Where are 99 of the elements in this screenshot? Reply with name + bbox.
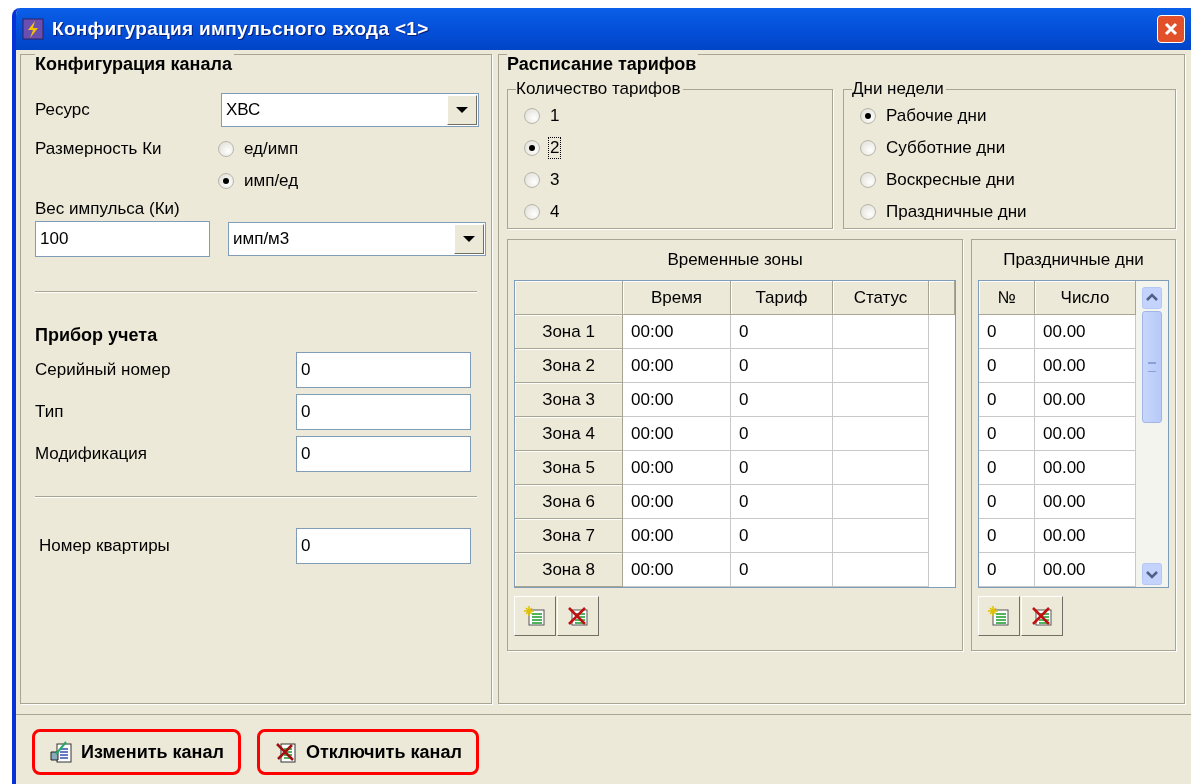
row-header: Зона 6: [515, 485, 623, 519]
text-field[interactable]: 0: [296, 352, 471, 388]
section-title: Прибор учета: [35, 325, 160, 346]
table-cell: 0: [979, 553, 1035, 587]
group-title: Количество тарифов: [516, 79, 683, 99]
row-header: Зона 4: [515, 417, 623, 451]
row-header: Зона 1: [515, 315, 623, 349]
delete-document-icon: [273, 740, 298, 764]
lightning-icon: [22, 18, 44, 40]
text-field[interactable]: 0: [296, 394, 471, 430]
field-label: Ресурс: [35, 100, 90, 120]
text-field[interactable]: 0: [296, 436, 471, 472]
row-header: Зона 7: [515, 519, 623, 553]
column-header: [929, 281, 955, 315]
add-rows-icon: [988, 605, 1010, 627]
group-title: Конфигурация канала: [35, 54, 234, 75]
table-cell: 00:00: [623, 315, 731, 349]
table-cell: 0: [731, 349, 833, 383]
disable-channel-button[interactable]: Отключить канал: [256, 729, 479, 775]
table-cell: 0: [731, 383, 833, 417]
pulse-weight-field[interactable]: 100: [35, 221, 210, 257]
scroll-thumb[interactable]: [1142, 311, 1162, 423]
window-title: Конфигурация импульсного входа <1>: [52, 18, 430, 40]
field-label: Номер квартиры: [39, 536, 170, 556]
row-header: Зона 2: [515, 349, 623, 383]
add-button[interactable]: [978, 596, 1020, 636]
table-cell: 00:00: [623, 349, 731, 383]
table-cell: 0: [979, 417, 1035, 451]
radio-label: Воскресные дни: [885, 169, 1016, 191]
row-header: Зона 5: [515, 451, 623, 485]
table-cell: 0: [731, 451, 833, 485]
field-label: Модификация: [35, 444, 148, 464]
table-cell: 00:00: [623, 519, 731, 553]
table-cell: 00:00: [623, 417, 731, 451]
radio-button[interactable]: [860, 140, 876, 156]
scroll-up-icon[interactable]: [1142, 287, 1162, 309]
delete-rows-icon: [1031, 605, 1053, 627]
radio-label: Рабочие дни: [885, 105, 988, 127]
row-header: Зона 8: [515, 553, 623, 587]
radio-button[interactable]: [860, 108, 876, 124]
table-cell: 0: [979, 383, 1035, 417]
radio-button[interactable]: [524, 140, 540, 156]
column-header[interactable]: Статус: [833, 281, 929, 315]
delete-button[interactable]: [557, 596, 599, 636]
scrollbar[interactable]: [1136, 281, 1168, 587]
group-title: Дни недели: [852, 79, 946, 99]
table-cell: 0: [979, 451, 1035, 485]
radio-button[interactable]: [218, 141, 234, 157]
radio-button[interactable]: [524, 204, 540, 220]
column-header[interactable]: Время: [623, 281, 731, 315]
edit-channel-button[interactable]: Изменить канал: [32, 729, 241, 775]
panel-title: Праздничные дни: [1002, 249, 1145, 271]
radio-label: имп/ед: [243, 170, 300, 192]
edit-document-icon: [49, 740, 73, 764]
radio-label: 3: [549, 169, 561, 191]
close-icon: [1163, 21, 1179, 37]
table-cell: 0: [731, 417, 833, 451]
table-cell: 0: [731, 553, 833, 587]
resource-dropdown[interactable]: ХВС: [221, 93, 479, 127]
add-button[interactable]: [514, 596, 556, 636]
radio-button[interactable]: [524, 172, 540, 188]
field-label: Серийный номер: [35, 360, 171, 380]
column-header[interactable]: Число: [1035, 281, 1136, 315]
close-button[interactable]: [1157, 15, 1185, 43]
table-cell: 0: [731, 485, 833, 519]
radio-label: Субботние дни: [885, 137, 1007, 159]
unit-dropdown[interactable]: имп/м3: [228, 222, 486, 256]
scroll-down-icon[interactable]: [1142, 563, 1162, 585]
field-label: Вес импульса (Ки): [35, 199, 181, 219]
group-title: Расписание тарифов: [507, 54, 699, 75]
radio-label: Праздничные дни: [885, 201, 1028, 223]
table-cell: 0: [979, 315, 1035, 349]
radio-label: 1: [549, 105, 561, 127]
radio-button[interactable]: [218, 173, 234, 189]
radio-button[interactable]: [860, 172, 876, 188]
table-cell: 00:00: [623, 451, 731, 485]
field-label: Размерность Ки: [35, 138, 163, 160]
radio-label: ед/имп: [243, 138, 300, 160]
table-cell: 0: [979, 349, 1035, 383]
table-cell: 0: [731, 519, 833, 553]
column-header[interactable]: Тариф: [731, 281, 833, 315]
radio-label: 2: [548, 137, 562, 159]
panel-title: Временные зоны: [666, 249, 804, 271]
radio-button[interactable]: [524, 108, 540, 124]
add-rows-icon: [524, 605, 546, 627]
delete-button[interactable]: [1021, 596, 1063, 636]
row-header: Зона 3: [515, 383, 623, 417]
table-cell: 0: [731, 315, 833, 349]
apartment-field[interactable]: 0: [296, 528, 471, 564]
column-header[interactable]: №: [979, 281, 1035, 315]
radio-label: 4: [549, 201, 561, 223]
table-cell: 0: [979, 485, 1035, 519]
table-cell: 00:00: [623, 485, 731, 519]
table-cell: 00:00: [623, 383, 731, 417]
table-cell: 00:00: [623, 553, 731, 587]
field-label: Тип: [35, 402, 64, 422]
radio-button[interactable]: [860, 204, 876, 220]
table-cell: 0: [979, 519, 1035, 553]
delete-rows-icon: [567, 605, 589, 627]
